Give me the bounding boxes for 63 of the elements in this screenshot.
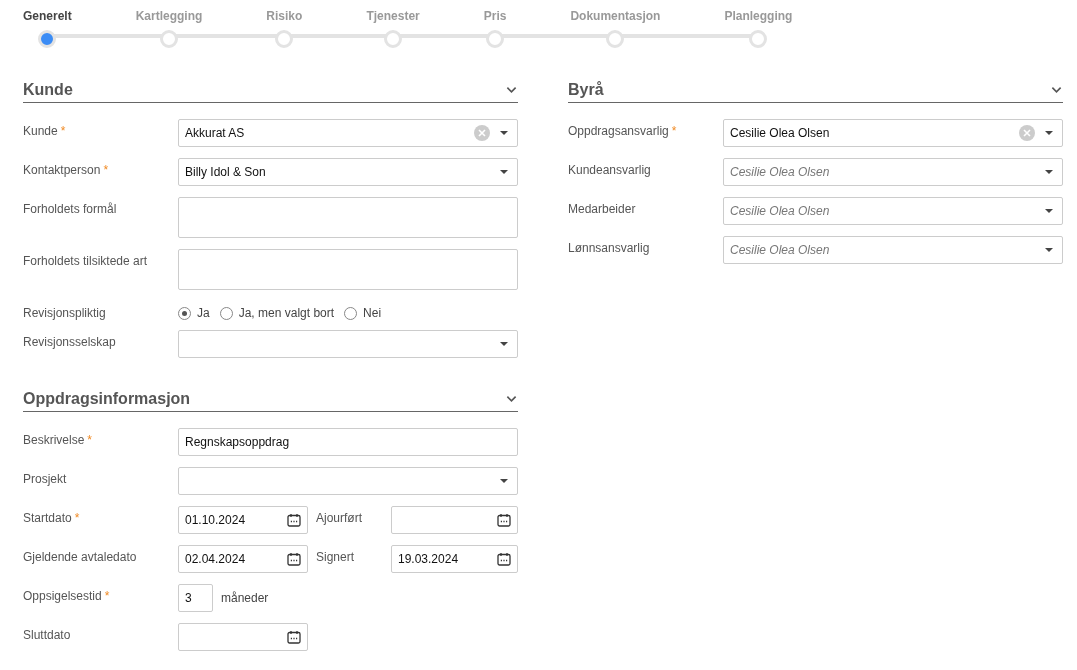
field-label: Kontaktperson (23, 163, 101, 177)
select-field[interactable] (178, 330, 518, 358)
caret-icon (1045, 209, 1053, 213)
caret-icon (500, 170, 508, 174)
field-label: Sluttdato (23, 628, 71, 642)
calendar-icon[interactable] (287, 630, 301, 644)
select-field[interactable]: Cesilie Olea Olsen (723, 197, 1063, 225)
field-label: Lønnsansvarlig (568, 241, 650, 255)
select-field[interactable]: Cesilie Olea Olsen (723, 119, 1063, 147)
section-title: Byrå (568, 80, 604, 99)
chevron-down-icon[interactable] (506, 85, 517, 94)
required-mark: * (60, 124, 66, 138)
required-mark: * (104, 589, 110, 603)
field-label: Medarbeider (568, 202, 636, 216)
step-tab[interactable]: Generelt (23, 9, 72, 48)
text-field[interactable]: Regnskapsoppdrag (178, 428, 518, 456)
field-label: Prosjekt (23, 472, 67, 486)
select-field[interactable]: Billy Idol & Son (178, 158, 518, 186)
required-mark: * (671, 124, 677, 138)
field-label: Beskrivelse (23, 433, 85, 447)
field-label: Startdato (23, 511, 72, 525)
unit-label: måneder (221, 591, 269, 605)
calendar-icon[interactable] (497, 513, 511, 527)
field-label: Oppsigelsestid (23, 589, 102, 603)
field-label: Revisjonspliktig (23, 306, 106, 320)
select-field[interactable]: Cesilie Olea Olsen (723, 236, 1063, 264)
date-field[interactable]: 02.04.2024 (178, 545, 308, 573)
section-title: Oppdragsinformasjon (23, 389, 191, 408)
caret-icon (1045, 248, 1053, 252)
calendar-icon[interactable] (287, 513, 301, 527)
required-mark: * (74, 511, 80, 525)
caret-icon (500, 131, 508, 135)
caret-icon (1045, 131, 1053, 135)
caret-icon (500, 479, 508, 483)
field-label: Kunde (23, 124, 58, 138)
radio-option[interactable]: Ja, men valgt bort (219, 306, 335, 320)
caret-icon (1045, 170, 1053, 174)
caret-icon (500, 342, 508, 346)
required-mark: * (103, 163, 109, 177)
required-mark: * (87, 433, 93, 447)
date-field[interactable] (178, 623, 308, 651)
date-field[interactable]: 01.10.2024 (178, 506, 308, 534)
field-label: Kundeansvarlig (568, 163, 651, 177)
field-label: Revisjonsselskap (23, 335, 116, 349)
field-label: Gjeldende avtaledato (23, 550, 137, 564)
select-field[interactable]: Akkurat AS (178, 119, 518, 147)
field-label: Forholdets tilsiktede art (23, 254, 148, 268)
date-field[interactable]: 19.03.2024 (391, 545, 518, 573)
calendar-icon[interactable] (287, 552, 301, 566)
chevron-down-icon[interactable] (506, 394, 517, 403)
select-field[interactable] (178, 467, 518, 495)
radio-option[interactable]: Nei (344, 306, 382, 320)
select-field[interactable]: Cesilie Olea Olsen (723, 158, 1063, 186)
field-label: Signert (315, 549, 356, 565)
radio-option[interactable]: Ja (178, 306, 210, 320)
field-label: Forholdets formål (23, 202, 117, 216)
section-title: Kunde (23, 80, 73, 99)
field-label: Ajourført (315, 510, 363, 526)
calendar-icon[interactable] (497, 552, 511, 566)
date-field[interactable] (391, 506, 518, 534)
number-field[interactable]: 3 (178, 584, 213, 612)
field-label: Oppdragsansvarlig (568, 124, 669, 138)
chevron-down-icon[interactable] (1051, 85, 1062, 94)
